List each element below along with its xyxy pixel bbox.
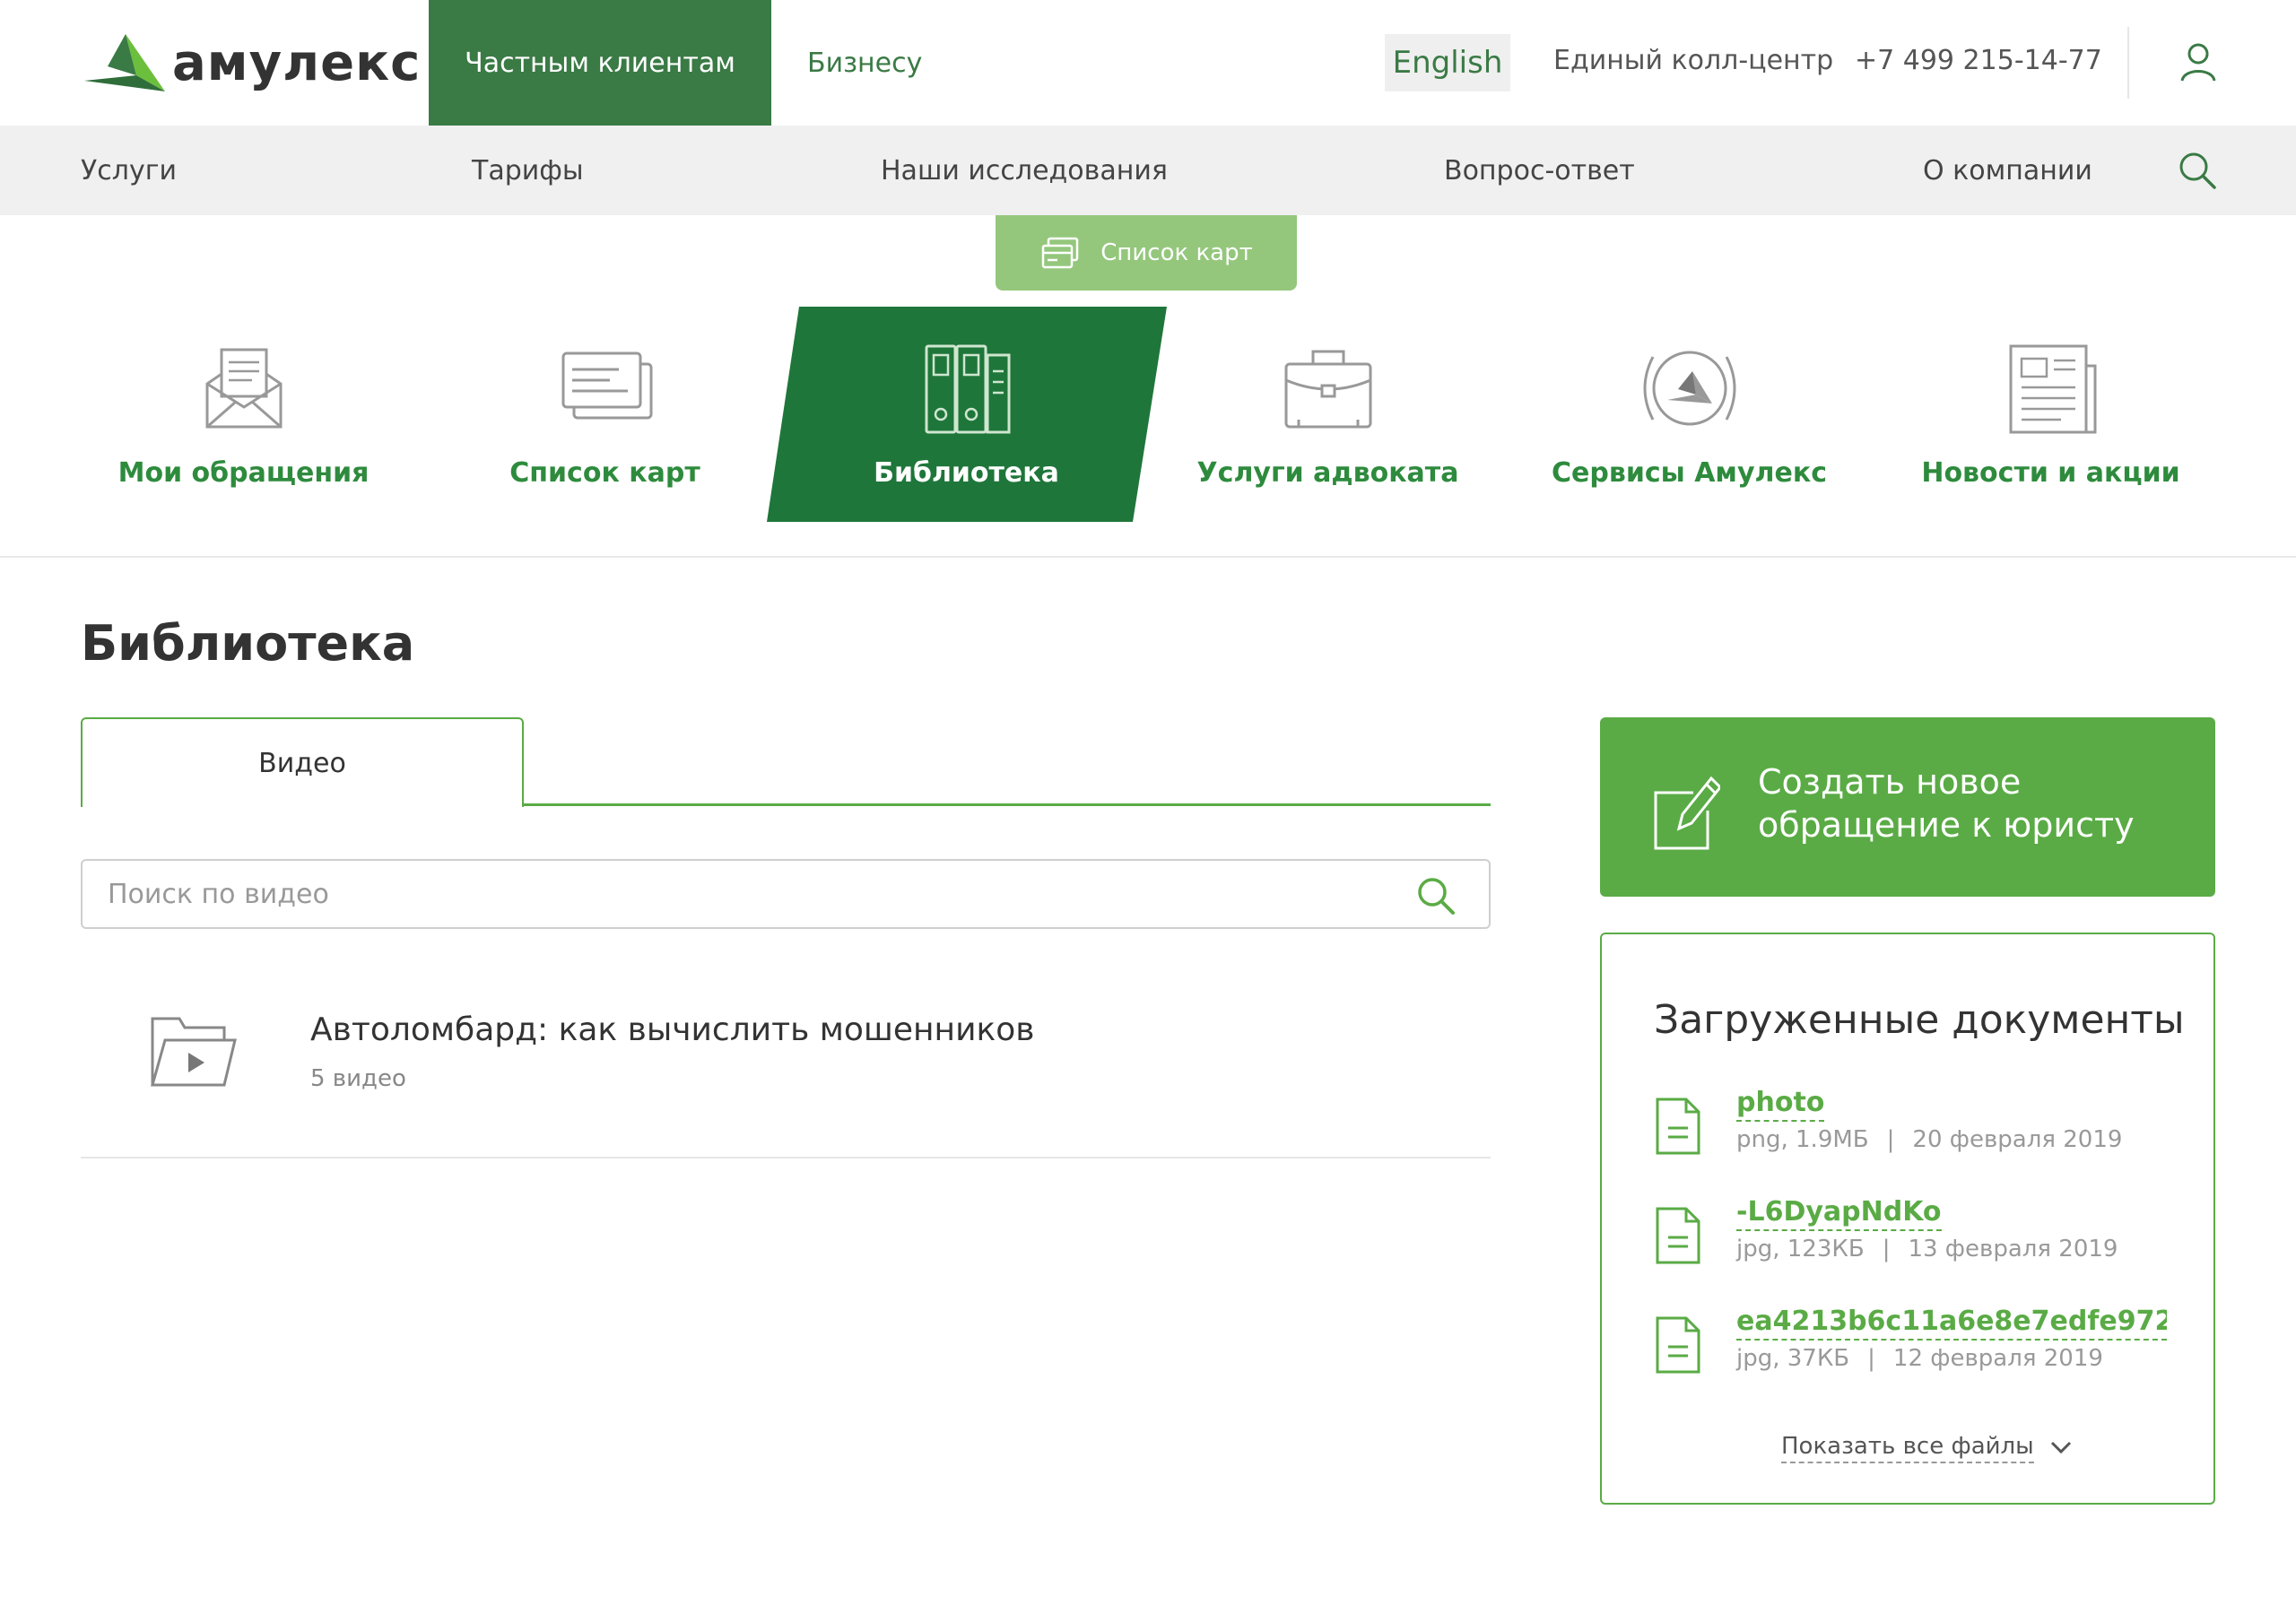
document-icon (1656, 1098, 1700, 1155)
video-count: 5 видео (310, 1065, 406, 1092)
tab-label: Услуги адвоката (1196, 457, 1459, 489)
nav-item-research[interactable]: Наши исследования (881, 126, 1168, 215)
tab-label: Сервисы Амулекс (1552, 457, 1827, 489)
main-nav: Услуги Тарифы Наши исследования Вопрос-о… (0, 126, 2296, 215)
document-item[interactable]: -L6DyapNdKo jpg, 123КБ | 13 февраля 2019 (1654, 1196, 2192, 1277)
tab-label: Новости и акции (1921, 457, 2180, 489)
create-request-button[interactable]: Создать новое обращение к юристу (1600, 717, 2215, 897)
meta-separator: | (1867, 1345, 1875, 1372)
document-date: 12 февраля 2019 (1892, 1345, 2103, 1372)
document-date: 13 февраля 2019 (1908, 1236, 2118, 1263)
tab-lawyer-services[interactable]: Услуги адвоката (1147, 305, 1509, 520)
document-item[interactable]: photo png, 1.9МБ | 20 февраля 2019 (1654, 1087, 2192, 1167)
document-item[interactable]: ea4213b6c11a6e8e7edfe972d3c jpg, 37КБ | 12… (1654, 1306, 2192, 1386)
nav-item-services[interactable]: Услуги (81, 126, 177, 215)
language-switch[interactable]: English (1385, 34, 1510, 91)
tab-video[interactable]: Видео (81, 717, 524, 807)
document-date: 20 февраля 2019 (1912, 1126, 2123, 1153)
nav-item-about[interactable]: О компании (1923, 126, 2092, 215)
tab-label: Мои обращения (117, 457, 370, 489)
pill-label: Список карт (1100, 239, 1253, 266)
tab-amulex-services[interactable]: Сервисы Амулекс (1509, 305, 1870, 520)
search-icon[interactable] (1415, 875, 1457, 916)
document-type: jpg, 123КБ (1736, 1236, 1865, 1263)
phone-number[interactable]: +7 499 215-14-77 (1855, 45, 2102, 76)
amulex-logo-icon (84, 34, 165, 91)
tab-library[interactable]: Библиотека (786, 305, 1147, 520)
callcenter-label: Единый колл-центр (1553, 45, 1834, 76)
card-list-pill[interactable]: Список карт (996, 215, 1297, 291)
document-name[interactable]: -L6DyapNdKo (1736, 1196, 1942, 1231)
document-icon (1656, 1316, 1700, 1374)
tab-underline (524, 803, 1491, 806)
document-meta: png, 1.9МБ | 20 февраля 2019 (1736, 1126, 2122, 1153)
document-icon (1656, 1207, 1700, 1264)
tab-private-clients[interactable]: Частным клиентам (429, 0, 771, 126)
nav-item-faq[interactable]: Вопрос-ответ (1444, 126, 1635, 215)
video-search (81, 859, 1491, 929)
briefcase-icon (1284, 350, 1371, 429)
document-name[interactable]: photo (1736, 1087, 1825, 1122)
show-all-files-link[interactable]: Показать все файлы (1781, 1433, 2074, 1463)
header-divider (2127, 27, 2129, 99)
edit-icon (1654, 776, 1720, 850)
cards-icon (561, 351, 652, 420)
docs-title: Загруженные документы (1654, 997, 2185, 1043)
binders-icon (925, 344, 1010, 434)
video-search-input[interactable] (108, 861, 1363, 927)
tab-label: Библиотека (874, 457, 1059, 489)
video-title[interactable]: Автоломбард: как вычислить мошенников (310, 1011, 1034, 1048)
logo-text: амулекс (172, 33, 422, 92)
top-header: амулекс Частным клиентам Бизнесу English… (0, 0, 2296, 126)
meta-separator: | (1882, 1236, 1891, 1263)
meta-separator: | (1886, 1126, 1895, 1153)
document-type: png, 1.9МБ (1736, 1126, 1869, 1153)
search-icon[interactable] (2178, 151, 2217, 190)
list-item[interactable]: Автоломбард: как вычислить мошенников 5 … (81, 983, 1491, 1158)
tab-label: Список карт (509, 457, 700, 489)
amulex-logo-icon (1643, 351, 1735, 426)
tab-my-requests[interactable]: Мои обращения (63, 305, 424, 520)
show-all-label: Показать все файлы (1781, 1433, 2034, 1463)
page-title: Библиотека (81, 615, 415, 672)
tab-business[interactable]: Бизнесу (807, 0, 922, 126)
document-name[interactable]: ea4213b6c11a6e8e7edfe972d3c (1736, 1306, 2167, 1341)
newspaper-icon (2009, 344, 2096, 434)
tab-news[interactable]: Новости и акции (1870, 305, 2231, 520)
amulex-logo[interactable]: амулекс (81, 30, 421, 95)
icon-tabs: Мои обращения Список карт Библиотека Усл… (0, 305, 2296, 558)
cards-icon (1041, 237, 1079, 269)
video-folder-icon (151, 1017, 237, 1087)
tab-card-list[interactable]: Список карт (424, 305, 786, 520)
document-meta: jpg, 123КБ | 13 февраля 2019 (1736, 1236, 2118, 1263)
document-meta: jpg, 37КБ | 12 февраля 2019 (1736, 1345, 2103, 1372)
chevron-down-icon (2050, 1441, 2071, 1454)
envelope-icon (205, 348, 282, 429)
uploaded-documents-panel: Загруженные документы photo png, 1.9МБ | 2… (1600, 933, 2215, 1505)
user-icon[interactable] (2178, 41, 2219, 82)
document-type: jpg, 37КБ (1736, 1345, 1850, 1372)
nav-item-tariffs[interactable]: Тарифы (472, 126, 584, 215)
create-request-label: Создать новое обращение к юристу (1758, 762, 2135, 845)
